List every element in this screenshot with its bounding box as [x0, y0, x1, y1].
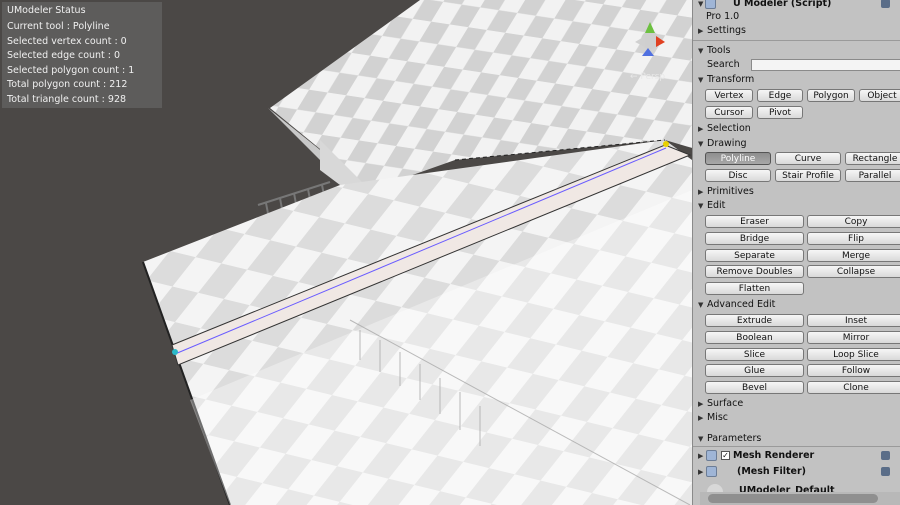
component-title: U Modeler (Script) [733, 0, 832, 9]
glue-button[interactable]: Glue [705, 364, 804, 377]
section-misc[interactable]: Misc [707, 412, 728, 423]
surface-fold-icon[interactable]: ▶ [698, 400, 703, 408]
bevel-button[interactable]: Bevel [705, 381, 804, 394]
polygon-button[interactable]: Polygon [807, 89, 855, 102]
section-transform[interactable]: Transform [707, 74, 754, 85]
copy-button[interactable]: Copy [807, 215, 900, 228]
scene-viewport[interactable]: UModeler Status Current tool : Polyline … [0, 0, 692, 505]
section-parameters[interactable]: Parameters [707, 433, 761, 444]
inset-button[interactable]: Inset [807, 314, 900, 327]
follow-button[interactable]: Follow [807, 364, 900, 377]
merge-button[interactable]: Merge [807, 249, 900, 262]
mesh-renderer-icon [706, 450, 717, 461]
clone-button[interactable]: Clone [807, 381, 900, 394]
status-edge-count: Selected edge count : 0 [7, 50, 121, 61]
section-primitives[interactable]: Primitives [707, 186, 754, 197]
persp-label[interactable]: ← Persp [630, 72, 665, 82]
extrude-button[interactable]: Extrude [705, 314, 804, 327]
separate-button[interactable]: Separate [705, 249, 804, 262]
umodeler-status-panel: UModeler Status Current tool : Polyline … [2, 2, 162, 108]
flip-button[interactable]: Flip [807, 232, 900, 245]
status-polygon-count: Selected polygon count : 1 [7, 64, 135, 76]
section-settings[interactable]: Settings [707, 25, 746, 36]
mesh-filter-fold-icon[interactable]: ▶ [698, 468, 703, 476]
stair-profile-button[interactable]: Stair Profile [775, 169, 841, 182]
parameters-fold-icon[interactable]: ▼ [698, 435, 703, 443]
bridge-button[interactable]: Bridge [705, 232, 804, 245]
vertex-button[interactable]: Vertex [705, 89, 753, 102]
advanced-edit-fold-icon[interactable]: ▼ [698, 301, 703, 309]
search-input[interactable] [751, 59, 900, 71]
search-label: Search [707, 59, 740, 70]
script-icon [705, 0, 716, 9]
settings-fold-icon[interactable]: ▶ [698, 27, 703, 35]
status-total-polygon: Total polygon count : 212 [7, 79, 128, 90]
gear-icon[interactable] [881, 0, 890, 8]
section-advanced-edit[interactable]: Advanced Edit [707, 299, 775, 310]
component-fold-icon[interactable]: ▼ [698, 0, 703, 8]
drawing-fold-icon[interactable]: ▼ [698, 140, 703, 148]
edge-button[interactable]: Edge [757, 89, 803, 102]
inspector-panel: ▼ U Modeler (Script) Pro 1.0 ▶ Settings … [692, 0, 900, 505]
selection-fold-icon[interactable]: ▶ [698, 125, 703, 133]
disc-button[interactable]: Disc [705, 169, 771, 182]
section-drawing[interactable]: Drawing [707, 138, 747, 149]
section-tools[interactable]: Tools [707, 45, 730, 56]
cursor-button[interactable]: Cursor [705, 106, 753, 119]
mesh-renderer-enabled-checkbox[interactable]: ✓ [721, 451, 730, 460]
version-label: Pro 1.0 [706, 11, 740, 22]
status-current-tool: Current tool : Polyline [7, 21, 110, 32]
loop-slice-button[interactable]: Loop Slice [807, 348, 900, 361]
status-title: UModeler Status [7, 5, 86, 16]
parallel-button[interactable]: Parallel [845, 169, 900, 182]
edit-fold-icon[interactable]: ▼ [698, 202, 703, 210]
boolean-button[interactable]: Boolean [705, 331, 804, 344]
section-edit[interactable]: Edit [707, 200, 725, 211]
section-surface[interactable]: Surface [707, 398, 743, 409]
object-button[interactable]: Object [859, 89, 900, 102]
gear-icon[interactable] [881, 451, 890, 460]
divider [693, 446, 900, 447]
gear-icon[interactable] [881, 467, 890, 476]
primitives-fold-icon[interactable]: ▶ [698, 188, 703, 196]
flatten-button[interactable]: Flatten [705, 282, 804, 295]
divider [693, 40, 900, 41]
scrollbar-thumb[interactable] [708, 494, 878, 503]
misc-fold-icon[interactable]: ▶ [698, 414, 703, 422]
mesh-renderer-fold-icon[interactable]: ▶ [698, 452, 703, 460]
transform-fold-icon[interactable]: ▼ [698, 76, 703, 84]
mesh-filter-icon [706, 466, 717, 477]
mirror-button[interactable]: Mirror [807, 331, 900, 344]
curve-button[interactable]: Curve [775, 152, 841, 165]
mesh-filter-title: (Mesh Filter) [737, 466, 806, 477]
collapse-button[interactable]: Collapse [807, 265, 900, 278]
section-selection[interactable]: Selection [707, 123, 751, 134]
remove-doubles-button[interactable]: Remove Doubles [705, 265, 804, 278]
status-total-triangle: Total triangle count : 928 [7, 93, 127, 105]
polyline-button[interactable]: Polyline [705, 152, 771, 165]
pivot-button[interactable]: Pivot [757, 106, 803, 119]
mesh-renderer-title: Mesh Renderer [733, 450, 815, 461]
horizontal-scrollbar[interactable] [700, 492, 900, 505]
eraser-button[interactable]: Eraser [705, 215, 804, 228]
status-vertex-count: Selected vertex count : 0 [7, 35, 127, 47]
rectangle-button[interactable]: Rectangle [845, 152, 900, 165]
slice-button[interactable]: Slice [705, 348, 804, 361]
tools-fold-icon[interactable]: ▼ [698, 47, 703, 55]
